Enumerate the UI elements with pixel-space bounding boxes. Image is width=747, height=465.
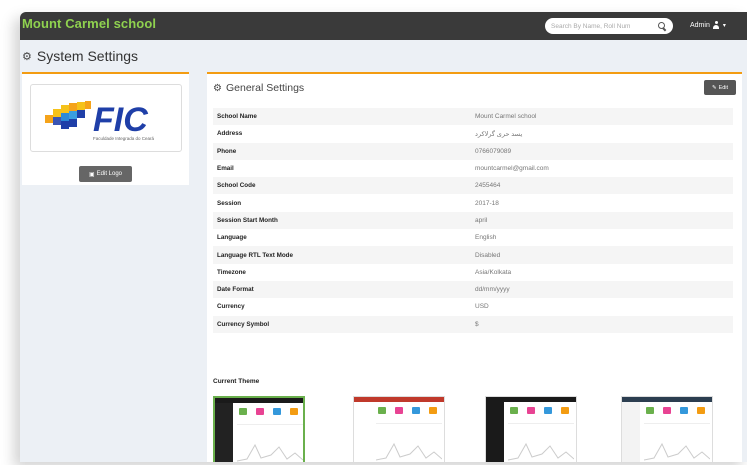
logo-panel: FIC Faculdade Integrada do Ceará ▣ Edit …	[22, 72, 189, 185]
top-navbar: Mount Carmel school Search By Name, Roll…	[20, 12, 747, 40]
theme-option-red[interactable]	[353, 396, 445, 462]
settings-row: Language RTL Text Mode Disabled	[213, 246, 733, 264]
setting-value: Disabled	[471, 246, 733, 264]
setting-label: Currency	[217, 303, 245, 311]
theme-thumb-card	[561, 407, 569, 414]
theme-options	[213, 396, 738, 462]
settings-row: Currency Symbol $	[213, 315, 733, 333]
theme-thumb-card	[395, 407, 403, 414]
app-title[interactable]: Mount Carmel school	[22, 16, 156, 31]
edit-settings-label: Edit	[718, 84, 729, 91]
settings-row: Session 2017-18	[213, 194, 733, 211]
setting-label: Email	[217, 165, 234, 173]
edit-logo-button[interactable]: ▣ Edit Logo	[79, 166, 132, 182]
setting-value: 0766079089	[471, 142, 733, 160]
edit-logo-label: Edit Logo	[96, 171, 123, 177]
theme-option-dark[interactable]	[485, 396, 577, 462]
settings-row: Phone 0766079089	[213, 142, 733, 160]
search-icon[interactable]	[657, 21, 667, 31]
theme-thumb-card	[680, 407, 688, 414]
settings-row: Address یسد حری گرلاکرد	[213, 125, 733, 142]
settings-row: Timezone Asia/Kolkata	[213, 264, 733, 281]
setting-label: Phone	[213, 142, 471, 160]
user-menu-label: Admin	[690, 21, 710, 29]
theme-option-default[interactable]	[213, 396, 305, 462]
theme-thumb-card	[646, 407, 654, 414]
general-settings-panel: ⚙ General Settings ✎ Edit School Name Mou…	[207, 72, 742, 462]
school-logo: FIC Faculdade Integrada do Ceará	[30, 84, 182, 152]
setting-value: English	[475, 234, 497, 242]
theme-thumb-card	[510, 407, 518, 414]
setting-label: School Code	[213, 177, 471, 195]
gears-icon: ⚙	[22, 50, 32, 63]
settings-row: Currency USD	[213, 298, 733, 315]
setting-value: 2017-18	[475, 199, 499, 207]
svg-text:Faculdade Integrada do Ceará: Faculdade Integrada do Ceará	[93, 136, 155, 141]
setting-value: USD	[475, 303, 489, 311]
page-title: ⚙ System Settings	[22, 48, 138, 64]
panel-header: ⚙ General Settings	[213, 82, 304, 94]
theme-thumb-card	[663, 407, 671, 414]
theme-thumb-card	[527, 407, 535, 414]
setting-label: Language	[217, 234, 247, 242]
settings-row: Language English	[213, 229, 733, 246]
theme-thumb-card	[239, 408, 247, 415]
theme-option-light[interactable]	[621, 396, 713, 462]
setting-label: Timezone	[217, 268, 246, 276]
edit-settings-button[interactable]: ✎ Edit	[704, 80, 736, 95]
theme-thumb-card	[412, 407, 420, 414]
settings-row: School Name Mount Carmel school	[213, 108, 733, 126]
setting-label: Language RTL Text Mode	[213, 246, 471, 264]
setting-value: Mount Carmel school	[471, 108, 733, 126]
setting-label: Date Format	[213, 280, 471, 299]
theme-thumb-sidebar	[486, 402, 504, 462]
settings-row: Email mountcarmel@gmail.com	[213, 160, 733, 177]
theme-thumb-sidebar	[215, 403, 233, 462]
settings-row: School Code 2455464	[213, 177, 733, 195]
current-theme-label: Current Theme	[213, 378, 260, 385]
setting-label: School Name	[213, 108, 471, 126]
theme-thumb-sidebar	[622, 402, 640, 462]
setting-label: Currency Symbol	[213, 315, 471, 333]
theme-thumb-chart	[507, 423, 575, 462]
page-title-text: System Settings	[36, 48, 139, 64]
theme-thumb-chart	[236, 424, 303, 462]
setting-value: dd/mm/yyyy	[471, 280, 733, 299]
svg-text:FIC: FIC	[93, 101, 148, 139]
settings-table: School Name Mount Carmel school Address یسد…	[213, 108, 733, 333]
theme-thumb-card	[256, 408, 264, 415]
setting-label: Address	[217, 130, 243, 138]
theme-thumb-card	[273, 408, 281, 415]
chevron-down-icon: ▾	[722, 22, 726, 29]
theme-thumb-chart	[375, 423, 443, 462]
theme-thumb-card	[378, 407, 386, 414]
user-menu[interactable]: Admin ▾	[690, 21, 726, 29]
search-input[interactable]: Search By Name, Roll Num	[545, 18, 673, 34]
settings-row: Date Format dd/mm/yyyy	[213, 280, 733, 299]
setting-value: mountcarmel@gmail.com	[475, 165, 549, 173]
setting-value: یسد حری گرلاکرد	[475, 130, 523, 138]
setting-value: $	[471, 315, 733, 333]
search-placeholder: Search By Name, Roll Num	[551, 22, 631, 30]
theme-thumb-sidebar	[354, 402, 372, 462]
setting-value: Asia/Kolkata	[475, 268, 512, 276]
school-logo-image: FIC Faculdade Integrada do Ceará	[45, 101, 155, 141]
app-window: Mount Carmel school Search By Name, Roll…	[20, 12, 747, 462]
theme-thumb-card	[697, 407, 705, 414]
theme-thumb-card	[290, 408, 298, 415]
cog-icon: ⚙	[213, 82, 222, 94]
setting-value: 2455464	[471, 177, 733, 195]
theme-thumb-chart	[643, 423, 711, 462]
user-icon	[713, 21, 720, 29]
theme-thumb-card	[429, 407, 437, 414]
settings-row: Session Start Month april	[213, 211, 733, 230]
setting-value: april	[471, 211, 733, 230]
panel-title: General Settings	[225, 82, 305, 94]
theme-thumb-card	[544, 407, 552, 414]
setting-label: Session	[217, 199, 242, 207]
image-icon: ▣	[88, 171, 95, 178]
pencil-icon: ✎	[711, 84, 717, 91]
setting-label: Session Start Month	[213, 211, 471, 230]
